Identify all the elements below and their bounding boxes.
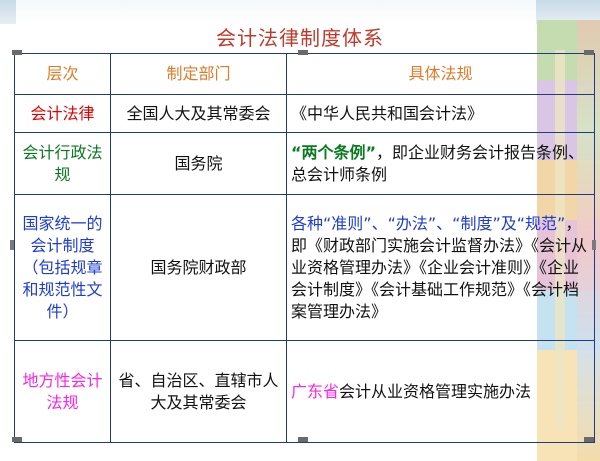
header-dept: 制定部门: [110, 53, 287, 95]
resize-handle[interactable]: [12, 50, 22, 55]
law-system-table[interactable]: 层次 制定部门 具体法规 会计法律 全国人大及其常委会 《中华人民共和国会计法》…: [14, 53, 595, 443]
resize-handle[interactable]: [298, 437, 308, 442]
table-row: 国家统一的会计制度（包括规章和规范性文件） 国务院财政部 各种“准则”、“办法”…: [14, 194, 595, 341]
row-dept: 全国人大及其常委会: [110, 94, 287, 133]
page-title: 会计法律制度体系: [216, 26, 384, 50]
top-banner-inner: [16, 0, 536, 24]
resize-handle[interactable]: [10, 240, 14, 250]
top-banner: [0, 0, 600, 24]
laws-highlight: “两个条例”: [291, 142, 377, 162]
row-level: 会计行政法规: [14, 132, 111, 195]
table-header-row: 层次 制定部门 具体法规: [14, 53, 595, 95]
resize-handle[interactable]: [298, 50, 308, 55]
resize-handle[interactable]: [12, 437, 22, 442]
table-row: 地方性会计法规 省、自治区、直辖市人大及其常委会 广东省会计从业资格管理实施办法: [14, 340, 595, 443]
row-laws: 各种“准则”、“办法”、“制度”及“规范”，即《财政部门实施会计监督办法》《会计…: [286, 194, 595, 341]
row-level: 国家统一的会计制度（包括规章和规范性文件）: [14, 194, 111, 341]
resize-handle[interactable]: [592, 240, 596, 250]
header-level: 层次: [14, 53, 111, 95]
laws-highlight: 各种“准则”、“办法”、“制度”及“规范”: [291, 213, 566, 233]
laws-highlight: 广东省: [291, 381, 340, 401]
row-dept: 省、自治区、直辖市人大及其常委会: [110, 340, 287, 443]
row-level: 会计法律: [14, 94, 111, 133]
row-laws: “两个条例”，即企业财务会计报告条例、总会计师条例: [286, 132, 595, 195]
row-dept: 国务院: [110, 132, 287, 195]
laws-detail: 会计从业资格管理实施办法: [339, 381, 532, 401]
header-laws: 具体法规: [286, 53, 595, 95]
table-row: 会计行政法规 国务院 “两个条例”，即企业财务会计报告条例、总会计师条例: [14, 132, 595, 195]
row-level: 地方性会计法规: [14, 340, 111, 443]
row-laws: 《中华人民共和国会计法》: [286, 94, 595, 133]
table-row: 会计法律 全国人大及其常委会 《中华人民共和国会计法》: [14, 94, 595, 133]
row-laws: 广东省会计从业资格管理实施办法: [286, 340, 595, 443]
resize-handle[interactable]: [584, 50, 594, 55]
resize-handle[interactable]: [584, 437, 594, 442]
row-dept: 国务院财政部: [110, 194, 287, 341]
